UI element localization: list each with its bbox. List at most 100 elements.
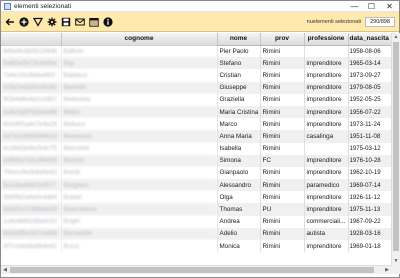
- cell-cognome[interactable]: Bartolini: [61, 81, 218, 94]
- cell-data-nascita[interactable]: 1956-07-22: [348, 105, 391, 119]
- cell-data-nascita[interactable]: 1928-03-16: [348, 227, 391, 240]
- cell-id[interactable]: 6b3d9f1a4c7e4a28: [1, 118, 62, 131]
- cell-cognome[interactable]: Brighi: [61, 215, 218, 228]
- cell-data-nascita[interactable]: 1962-10-19: [348, 166, 391, 180]
- cell-data-nascita[interactable]: 1976-10-28: [348, 154, 391, 167]
- cell-cognome[interactable]: Bigi: [61, 57, 218, 70]
- cell-data-nascita[interactable]: 1979-08-05: [348, 81, 391, 94]
- table-row[interactable]: 7d4e1f2c9b8a4f63 Baldacci Cristian Rimini im…: [1, 69, 391, 82]
- filter-button[interactable]: [31, 15, 44, 29]
- column-header-id[interactable]: [1, 33, 62, 46]
- cell-data-nascita[interactable]: 1965-03-14: [348, 57, 391, 70]
- cell-professione[interactable]: imprenditore: [304, 240, 349, 253]
- table-row[interactable]: 3b6f9d2a8e5c4a64 Bottari Olga Rimini imprend…: [1, 191, 391, 204]
- cell-id[interactable]: 6d3a9f5e1b7c4d98: [1, 227, 62, 240]
- cell-data-nascita[interactable]: 1958-08-06: [348, 45, 391, 58]
- cell-professione[interactable]: [304, 142, 349, 155]
- cell-prov[interactable]: Rimini: [260, 215, 305, 228]
- cell-id[interactable]: 9a5d1e7c3f8b4b09: [1, 203, 62, 216]
- table-row[interactable]: 1e8c3a5f7d2b4e96 Bellini Maria Cristina Rim…: [1, 105, 391, 119]
- vertical-scrollbar[interactable]: ▲ ▼: [391, 33, 400, 265]
- cell-nome[interactable]: Isabella: [217, 142, 261, 155]
- horizontal-scroll-thumb[interactable]: [10, 267, 374, 273]
- cell-professione[interactable]: casalinga: [304, 130, 349, 143]
- scroll-left-icon[interactable]: ◀: [1, 266, 9, 274]
- cell-cognome[interactable]: Benvenuti: [61, 130, 218, 143]
- table-row[interactable]: 5e2c8a4d6f1b4f17 Borghesi Alessandro Rimini…: [1, 179, 391, 192]
- cell-prov[interactable]: Rimini: [260, 142, 305, 155]
- cell-id[interactable]: 8d5e9c3b0f22494b: [1, 45, 62, 58]
- cell-prov[interactable]: Rimini: [260, 191, 305, 204]
- cell-nome[interactable]: Maria Cristina: [217, 105, 261, 119]
- column-header-nome[interactable]: nome: [217, 33, 261, 46]
- back-button[interactable]: [3, 15, 16, 29]
- cell-prov[interactable]: Rimini: [260, 57, 305, 70]
- cell-professione[interactable]: imprenditore: [304, 57, 349, 70]
- table-row[interactable]: 8c1f6d3e9a2b4c75 Bianchini Isabella Rimini 1…: [1, 142, 391, 155]
- scroll-up-icon[interactable]: ▲: [392, 33, 400, 41]
- cell-id[interactable]: 1e8c3a5f7d2b4e96: [1, 105, 62, 119]
- cell-nome[interactable]: Andrea: [217, 215, 261, 228]
- cell-professione[interactable]: paramedico: [304, 179, 349, 192]
- cell-professione[interactable]: imprenditore: [304, 118, 349, 131]
- cell-prov[interactable]: PU: [260, 203, 305, 216]
- cell-cognome[interactable]: Bucci: [61, 240, 218, 253]
- settings-button[interactable]: [45, 15, 58, 29]
- cell-nome[interactable]: Adelio: [217, 227, 261, 240]
- cell-professione[interactable]: [304, 45, 349, 58]
- cell-id[interactable]: 9f2b4d6e8a1c4d57: [1, 93, 62, 106]
- mail-button[interactable]: [73, 15, 86, 29]
- cell-id[interactable]: 4a7e2c8b5f9d4b13: [1, 130, 62, 143]
- cell-prov[interactable]: Rimini: [260, 45, 305, 58]
- cell-cognome[interactable]: Baffoni: [61, 45, 218, 58]
- cell-data-nascita[interactable]: 1969-07-14: [348, 179, 391, 192]
- cell-id[interactable]: 4f7c2e8a6d3b4e41: [1, 240, 62, 253]
- calendar-button[interactable]: [87, 15, 100, 29]
- cell-data-nascita[interactable]: 1975-03-12: [348, 142, 391, 155]
- cell-id[interactable]: 3c9a7e5d2b1f4c80: [1, 81, 62, 94]
- cell-nome[interactable]: Simona: [217, 154, 261, 167]
- cell-cognome[interactable]: Bottari: [61, 191, 218, 204]
- add-button[interactable]: [17, 15, 30, 29]
- column-header-professione[interactable]: professione: [304, 33, 349, 46]
- cell-professione[interactable]: imprenditore: [304, 93, 349, 106]
- cell-cognome[interactable]: Bellucci: [61, 118, 218, 131]
- cell-nome[interactable]: Stefano: [217, 57, 261, 70]
- cell-professione[interactable]: imprenditore: [304, 81, 349, 94]
- cell-cognome[interactable]: Baldacci: [61, 69, 218, 82]
- cell-nome[interactable]: Giuseppe: [217, 81, 261, 94]
- minimize-button[interactable]: —: [346, 1, 363, 12]
- cell-nome[interactable]: Thomas: [217, 203, 261, 216]
- cell-cognome[interactable]: Bellavista: [61, 93, 218, 106]
- cell-nome[interactable]: Olga: [217, 191, 261, 204]
- cell-data-nascita[interactable]: 1969-01-18: [348, 240, 391, 253]
- cell-data-nascita[interactable]: 1975-11-13: [348, 203, 391, 216]
- cell-data-nascita[interactable]: 1967-09-22: [348, 215, 391, 228]
- column-header-prov[interactable]: prov: [260, 33, 305, 46]
- cell-cognome[interactable]: Brancaleoni: [61, 203, 218, 216]
- cell-prov[interactable]: Rimini: [260, 240, 305, 253]
- cell-id[interactable]: 3b6f9d2a8e5c4a64: [1, 191, 62, 204]
- cell-prov[interactable]: Rimini: [260, 227, 305, 240]
- horizontal-scrollbar[interactable]: ◀ ▶: [1, 265, 391, 274]
- cell-nome[interactable]: Graziella: [217, 93, 261, 106]
- table-row[interactable]: 4f7c2e8a6d3b4e41 Bucci Monica Rimini imprend…: [1, 240, 391, 253]
- maximize-button[interactable]: ☐: [363, 1, 380, 12]
- table-row[interactable]: 3c9a7e5d2b1f4c80 Bartolini Giuseppe Rimini i…: [1, 81, 391, 94]
- cell-professione[interactable]: autista: [304, 227, 349, 240]
- cell-nome[interactable]: Marco: [217, 118, 261, 131]
- cell-cognome[interactable]: Borghesi: [61, 179, 218, 192]
- cell-professione[interactable]: imprenditore: [304, 191, 349, 204]
- table-row[interactable]: 6b3d9f1a4c7e4a28 Bellucci Marco Rimini impre…: [1, 118, 391, 131]
- cell-cognome[interactable]: Bondi: [61, 166, 218, 180]
- cell-id[interactable]: 7d4e1f2c9b8a4f63: [1, 69, 62, 82]
- cell-id[interactable]: 7f4a1c9e3b6d4e82: [1, 166, 62, 180]
- cell-id[interactable]: 5a6f1e0b73c4490e: [1, 57, 62, 70]
- cell-professione[interactable]: imprenditore: [304, 105, 349, 119]
- cell-prov[interactable]: Rimini: [260, 81, 305, 94]
- cell-prov[interactable]: Rimini: [260, 166, 305, 180]
- close-button[interactable]: ✕: [380, 1, 399, 12]
- cell-id[interactable]: 2d9b5e7a1c4f4d39: [1, 154, 62, 167]
- cell-nome[interactable]: Pier Paolo: [217, 45, 261, 58]
- cell-prov[interactable]: FC: [260, 154, 305, 167]
